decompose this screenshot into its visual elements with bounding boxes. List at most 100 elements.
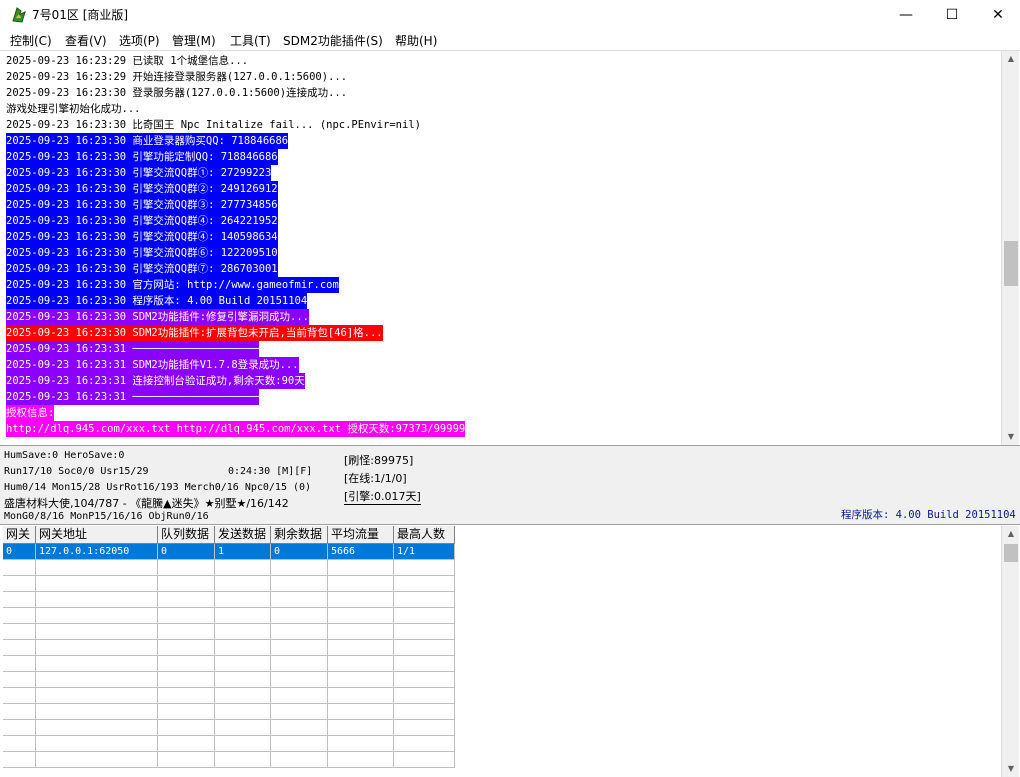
gateway-grid[interactable]: 网关 网关地址 队列数据 发送数据 剩余数据 平均流量 最高人数 0 127.0.0.1:620… [3, 526, 1001, 777]
log-line-text: 2025-09-23 16:23:30 SDM2功能插件:修复引擎漏洞成功... [6, 309, 310, 325]
table-cell: 127.0.0.1:62050 [36, 544, 158, 560]
close-button[interactable]: ✕ [975, 0, 1020, 30]
log-line-text: 2025-09-23 16:23:31 连接控制台验证成功,剩余天数:90天 [6, 373, 305, 389]
log-pane[interactable]: 2025-09-23 16:23:29 已读取 1个城堡信息... 2025-09… [3, 51, 1001, 445]
table-cell [158, 640, 215, 656]
minimize-button[interactable]: — [883, 0, 929, 30]
table-cell [271, 624, 328, 640]
table-row[interactable] [3, 720, 455, 736]
status-panel: HumSave:0 HeroSave:0 Run17/10 Soc0/0 Usr… [0, 445, 1020, 525]
scroll-up-arrow-icon[interactable]: ▲ [1002, 51, 1020, 67]
status-monsters: MonG0/8/16 MonP15/16/16 ObjRun0/16 [4, 511, 209, 522]
log-line: 2025-09-23 16:23:31 ──────────────────── [6, 389, 259, 405]
grid-column-header[interactable]: 发送数据 [215, 526, 271, 544]
table-row[interactable] [3, 736, 455, 752]
status-counters: Hum0/14 Mon15/28 UsrRot16/193 Merch0/16 … [4, 482, 312, 493]
grid-column-header[interactable]: 网关地址 [36, 526, 158, 544]
table-cell [3, 736, 36, 752]
maximize-button[interactable]: ☐ [929, 0, 975, 30]
window-title: 7号01区 [商业版] [32, 8, 129, 22]
table-row[interactable] [3, 576, 455, 592]
table-cell [328, 672, 394, 688]
table-row[interactable] [3, 752, 455, 768]
scroll-down-arrow-icon[interactable]: ▼ [1002, 429, 1020, 445]
log-line: 2025-09-23 16:23:31 SDM2功能插件V1.7.8登录成功..… [6, 357, 299, 373]
log-scroll-thumb[interactable] [1004, 241, 1018, 286]
menu-tools[interactable]: 工具(T) [230, 32, 271, 49]
table-cell [394, 672, 455, 688]
table-cell [328, 736, 394, 752]
menu-sdm2-plugin[interactable]: SDM2功能插件(S) [283, 32, 383, 49]
table-cell [328, 704, 394, 720]
grid-column-header[interactable]: 最高人数 [394, 526, 455, 544]
table-row[interactable] [3, 672, 455, 688]
table-cell [271, 720, 328, 736]
log-line-text: 2025-09-23 16:23:30 程序版本: 4.00 Build 201… [6, 293, 308, 309]
table-cell [36, 560, 158, 576]
table-cell [36, 752, 158, 768]
log-line-text: 2025-09-23 16:23:31 ──────────────────── [6, 389, 259, 405]
log-line: 2025-09-23 16:23:30 比奇国王 Npc Initalize f… [6, 117, 421, 133]
log-line: 2025-09-23 16:23:29 已读取 1个城堡信息... [6, 53, 248, 69]
table-row[interactable] [3, 688, 455, 704]
table-cell [271, 736, 328, 752]
table-cell [158, 752, 215, 768]
menu-manage[interactable]: 管理(M) [172, 32, 216, 49]
log-line: 2025-09-23 16:23:30 程序版本: 4.00 Build 201… [6, 293, 308, 309]
table-row[interactable] [3, 592, 455, 608]
table-cell: 5666 [328, 544, 394, 560]
grid-column-header[interactable]: 网关 [3, 526, 36, 544]
status-engine[interactable]: [引擎:0.017天] [344, 488, 421, 505]
log-line: 2025-09-23 16:23:30 商业登录器购买QQ: 718846686 [6, 133, 289, 149]
table-cell [271, 688, 328, 704]
table-cell [271, 576, 328, 592]
table-cell [3, 672, 36, 688]
table-row[interactable]: 0 127.0.0.1:62050 0 1 0 5666 1/1 [3, 544, 455, 560]
menu-view[interactable]: 查看(V) [65, 32, 107, 49]
log-scrollbar[interactable]: ▲ ▼ [1001, 51, 1019, 445]
table-cell [215, 672, 271, 688]
menu-options[interactable]: 选项(P) [119, 32, 160, 49]
table-cell [158, 624, 215, 640]
table-cell [215, 704, 271, 720]
grid-scrollbar[interactable]: ▲ ▼ [1001, 526, 1019, 777]
log-line: 2025-09-23 16:23:30 引擎交流QQ群③: 277734856 [6, 197, 278, 213]
grid-column-header[interactable]: 剩余数据 [271, 526, 328, 544]
log-line-text: 2025-09-23 16:23:30 官方网站: http://www.gam… [6, 277, 339, 293]
table-row[interactable] [3, 640, 455, 656]
table-cell [215, 560, 271, 576]
table-cell [3, 560, 36, 576]
table-cell [271, 592, 328, 608]
grid-column-header[interactable]: 平均流量 [328, 526, 394, 544]
table-row[interactable] [3, 608, 455, 624]
table-cell [215, 688, 271, 704]
table-cell [3, 720, 36, 736]
table-row[interactable] [3, 624, 455, 640]
grid-scroll-thumb[interactable] [1004, 544, 1018, 562]
table-cell [271, 560, 328, 576]
table-cell [3, 592, 36, 608]
table-cell [271, 704, 328, 720]
table-cell: 0 [271, 544, 328, 560]
log-line: 2025-09-23 16:23:30 引擎交流QQ群②: 249126912 [6, 181, 278, 197]
log-line-text: 2025-09-23 16:23:31 ──────────────────── [6, 341, 259, 357]
table-cell [271, 608, 328, 624]
menu-control[interactable]: 控制(C) [10, 32, 52, 49]
grid-column-header[interactable]: 队列数据 [158, 526, 215, 544]
table-row[interactable] [3, 704, 455, 720]
log-line-text: 2025-09-23 16:23:30 比奇国王 Npc Initalize f… [6, 119, 421, 131]
table-cell [36, 704, 158, 720]
grid-scroll-up-arrow-icon[interactable]: ▲ [1002, 526, 1020, 542]
table-cell [328, 720, 394, 736]
log-line: 2025-09-23 16:23:30 SDM2功能插件:修复引擎漏洞成功... [6, 309, 310, 325]
table-cell [36, 656, 158, 672]
app-logo-icon [12, 7, 26, 23]
table-row[interactable] [3, 656, 455, 672]
table-cell [158, 672, 215, 688]
log-line-text: 2025-09-23 16:23:29 开始连接登录服务器(127.0.0.1:… [6, 71, 348, 83]
log-line-text: 游戏处理引擎初始化成功... [6, 103, 141, 115]
menu-help[interactable]: 帮助(H) [395, 32, 437, 49]
table-row[interactable] [3, 560, 455, 576]
log-line-text: http://dlq.945.com/xxx.txt http://dlq.94… [6, 421, 466, 437]
grid-scroll-down-arrow-icon[interactable]: ▼ [1002, 761, 1020, 777]
